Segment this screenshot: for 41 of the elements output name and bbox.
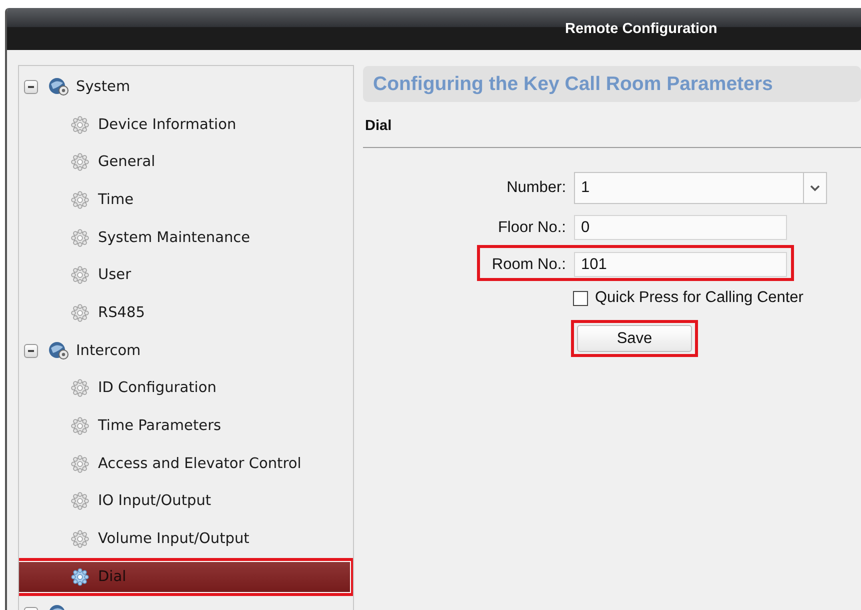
gear-icon bbox=[71, 304, 89, 322]
tree-group-label[interactable]: System bbox=[76, 78, 130, 95]
gear-icon bbox=[71, 568, 89, 586]
checkbox[interactable] bbox=[573, 290, 588, 306]
gear-icon bbox=[71, 228, 89, 247]
gear-icon bbox=[71, 454, 89, 473]
globe-gear-icon bbox=[48, 76, 70, 97]
tree-item[interactable]: Time Parameters bbox=[19, 407, 353, 445]
tree-item[interactable]: System Maintenance bbox=[19, 218, 353, 256]
tree-group-label[interactable]: Intercom bbox=[76, 342, 141, 359]
gear-icon bbox=[71, 266, 89, 284]
globe-gear-icon bbox=[48, 340, 70, 361]
tree-item[interactable]: Time bbox=[19, 181, 353, 219]
gear-icon bbox=[71, 116, 89, 134]
gear-icon bbox=[71, 417, 89, 436]
collapse-icon[interactable] bbox=[24, 80, 38, 94]
gear-icon bbox=[71, 379, 89, 398]
field-label: Floor No.: bbox=[498, 218, 566, 236]
checkbox-label[interactable]: Quick Press for Calling Center bbox=[595, 289, 804, 307]
save-button[interactable]: Save bbox=[577, 325, 692, 352]
tree-item[interactable]: IO Input/Output bbox=[19, 482, 353, 520]
tree-item[interactable]: Volume Input/Output bbox=[19, 520, 353, 558]
number-dropdown[interactable]: 1 bbox=[574, 172, 827, 204]
tree-item[interactable]: ID Configuration bbox=[19, 370, 353, 408]
panel-title: Configuring the Key Call Room Parameters bbox=[373, 72, 773, 96]
field-label: Room No.: bbox=[492, 256, 566, 274]
tree-item[interactable]: General bbox=[19, 143, 353, 182]
collapse-icon[interactable] bbox=[24, 344, 38, 358]
tree-item[interactable]: Access and Elevator Control bbox=[19, 444, 353, 483]
tree-item[interactable]: RS485 bbox=[19, 294, 353, 332]
window-title: Remote Configuration bbox=[565, 21, 718, 37]
input-field[interactable]: 101 bbox=[574, 252, 787, 277]
input-field[interactable]: 0 bbox=[574, 215, 787, 240]
gear-icon bbox=[71, 530, 89, 548]
gear-icon bbox=[71, 190, 89, 209]
gear-icon bbox=[71, 153, 89, 172]
field-label: Number: bbox=[506, 179, 566, 197]
gear-icon bbox=[71, 492, 89, 510]
section-title: Dial bbox=[365, 118, 392, 134]
tree-item[interactable]: Device Information bbox=[19, 106, 353, 144]
tree-item[interactable]: User bbox=[19, 256, 353, 294]
